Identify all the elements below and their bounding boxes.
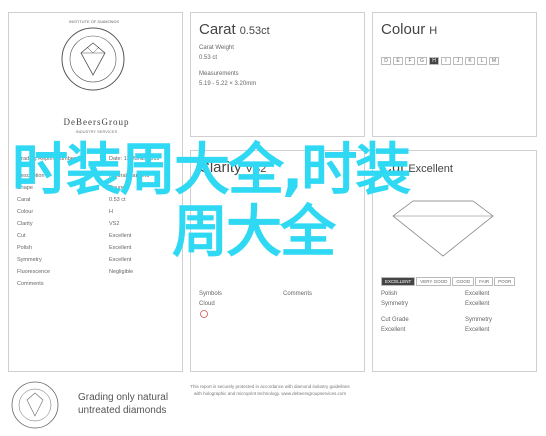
polish-value: Excellent [465,291,490,297]
report-row-value: Negligible [109,269,134,275]
overlay-line-2: 周大全 [172,200,336,265]
symbols-label: Symbols [199,291,223,297]
brand-sub: INDUSTRY SERVICES [75,129,118,134]
colour-scale-item: J [453,57,463,65]
seal-logo [61,27,125,91]
symbol-cloud: Cloud [199,301,215,307]
carat-weight-value: 0.53 ct [199,55,218,61]
footer-tagline-2: untreated diamonds [78,405,167,416]
cut-grade-item: GOOD [452,277,475,286]
measurements-value: 5.19 - 5.22 × 3.20mm [199,81,257,87]
symmetry-label: Symmetry [381,301,408,307]
colour-scale-item: D [381,57,391,65]
cut-grade-item: POOR [494,277,516,286]
colour-title: Colour H [381,21,438,38]
colour-scale-item: M [489,57,499,65]
cut-grade-label: Cut Grade [381,317,409,323]
report-row-label: Comments [17,281,44,287]
report-row-label: Fluorescence [17,269,51,275]
carat-title: Carat 0.53ct [199,21,270,38]
footer-tagline-1: Grading only natural [78,392,169,403]
colour-value: H [429,25,438,37]
polish-label: Polish [381,291,398,297]
cut-scale: EXCELLENT VERY GOOD GOOD FAIR POOR [381,277,516,286]
colour-scale-item: H [429,57,439,65]
overlay-line-1: 时装周大全,时装 [12,138,411,203]
footer-legal: This report is securely protected in acc… [190,384,350,396]
cloud-icon [200,310,208,318]
colour-scale-item: F [405,57,415,65]
colour-panel: Colour H DEFGHIJKLM [372,12,537,137]
footer-seal-icon [11,381,59,429]
carat-value: 0.53ct [239,25,270,37]
cut-grade-item: EXCELLENT [381,277,416,286]
overlay-text: 时装周大全,时装 周大全 [12,140,532,264]
colour-scale-item: G [417,57,427,65]
cut-grade-item: FAIR [475,277,494,286]
seal-text: INSTITUTE OF DIAMONDS [69,19,119,24]
cut-grade-item: VERY GOOD [416,277,452,286]
colour-scale-item: L [477,57,487,65]
carat-panel: Carat 0.53ct Carat Weight 0.53 ct Measure… [190,12,365,137]
symmetry-value: Excellent [465,301,490,307]
colour-scale-item: K [465,57,475,65]
carat-weight-label: Carat Weight [199,45,234,51]
colour-scale-item: E [393,57,403,65]
colour-scale-item: I [441,57,451,65]
comments-label: Comments [283,291,313,297]
colour-scale: DEFGHIJKLM [381,57,499,65]
brand-name: DeBeersGroup [63,117,130,127]
measurements-label: Measurements [199,71,239,77]
symmetry2-value: Excellent [465,327,490,333]
symmetry2-label: Symmetry [465,317,492,323]
cut-grade-value: Excellent [381,327,406,333]
